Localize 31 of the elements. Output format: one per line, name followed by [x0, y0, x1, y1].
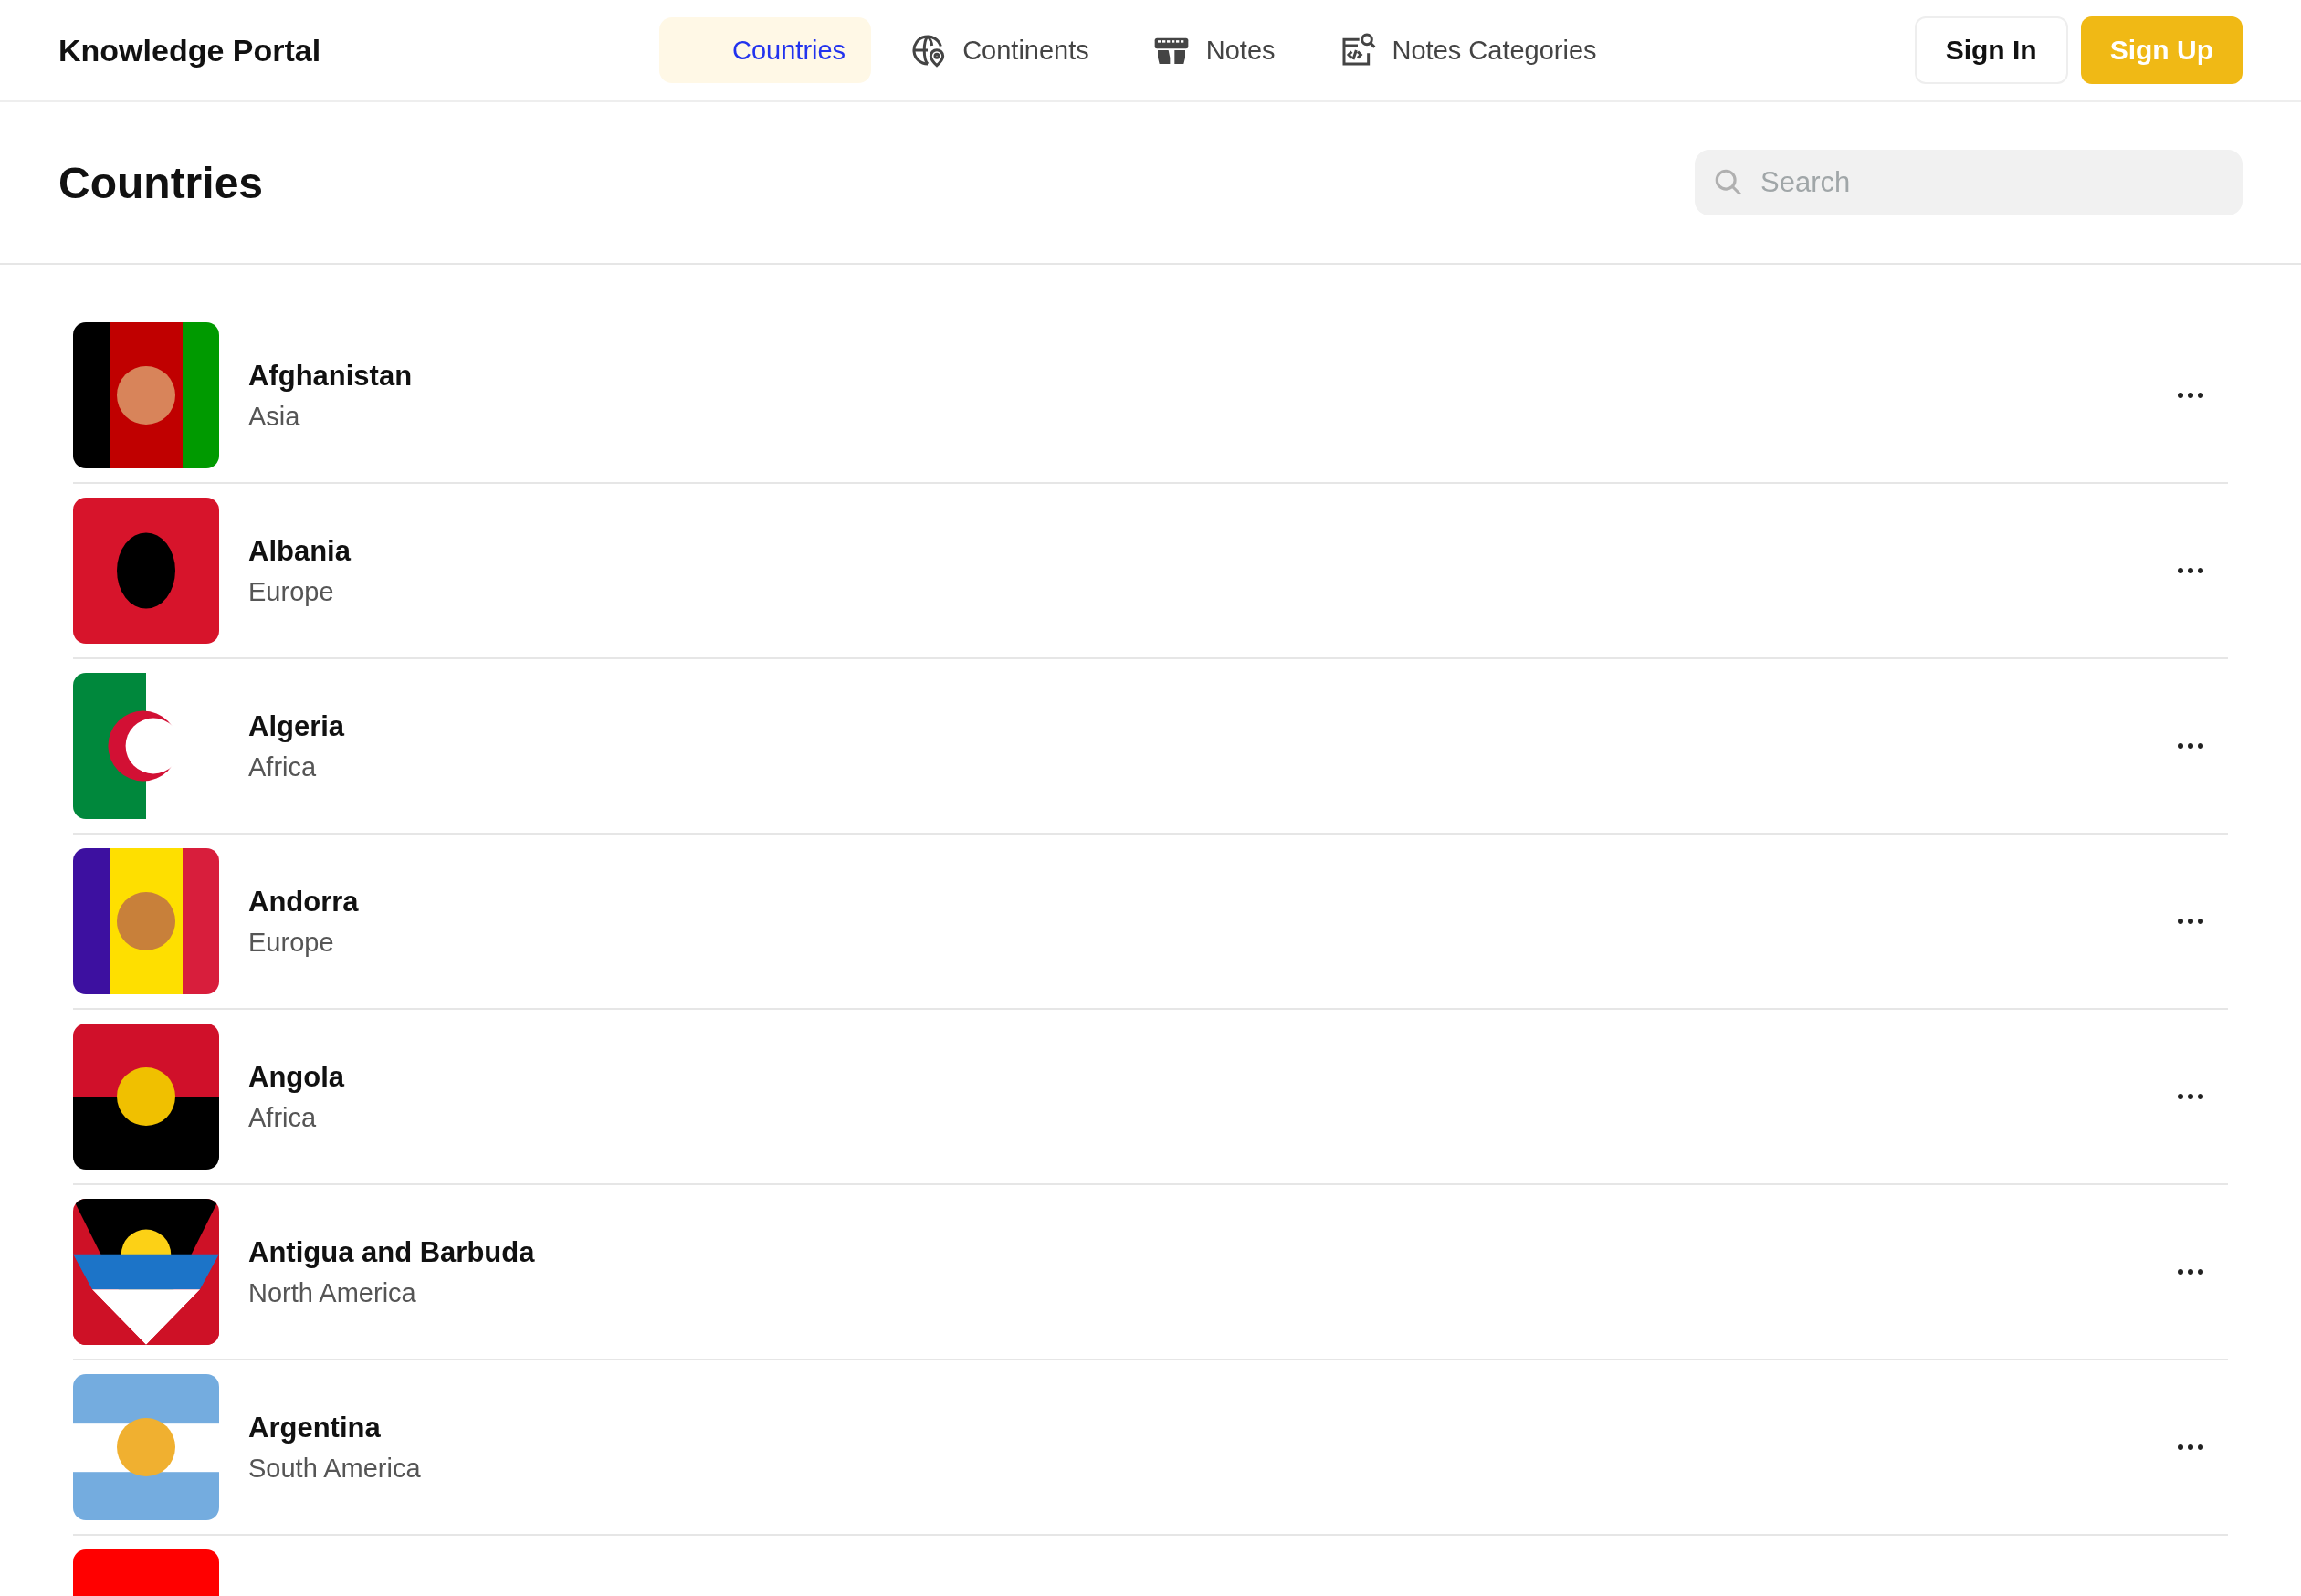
country-name: Andorra	[248, 885, 360, 919]
search-field[interactable]: Search	[1695, 150, 2243, 215]
more-options-icon[interactable]	[2177, 567, 2204, 574]
brand-title: Knowledge Portal	[58, 32, 322, 68]
more-options-icon[interactable]	[2177, 918, 2204, 925]
nav-tab[interactable]: Notes Categories	[1313, 17, 1623, 83]
country-name: Angola	[248, 1060, 346, 1094]
continent-label: North America	[248, 1277, 417, 1308]
search-icon	[1713, 167, 1744, 198]
country-name: Albania	[248, 534, 352, 568]
country-name: Afghanistan	[248, 359, 414, 393]
more-options-icon[interactable]	[2177, 1093, 2204, 1100]
more-options-icon[interactable]	[2177, 742, 2204, 750]
more-options-icon[interactable]	[2177, 392, 2204, 399]
continent-label: Europe	[248, 927, 335, 958]
sign-in-button[interactable]: Sign In	[1914, 16, 2068, 84]
country-name: Argentina	[248, 1411, 382, 1444]
continent-label: Africa	[248, 1102, 318, 1133]
more-options-icon[interactable]	[2177, 1444, 2204, 1451]
page-title: Countries	[58, 157, 263, 208]
continent-label: Africa	[248, 751, 318, 782]
continent-label: Europe	[248, 576, 335, 607]
more-options-icon[interactable]	[2177, 1268, 2204, 1276]
continent-label: South America	[248, 1453, 422, 1484]
nav-tab[interactable]: Notes	[1127, 17, 1301, 83]
globe-pin-icon	[909, 32, 947, 68]
country-name: Algeria	[248, 709, 346, 743]
nav-tab[interactable]: Countries	[659, 17, 872, 83]
nav-tab[interactable]: Continents	[884, 17, 1115, 83]
continent-label: Asia	[248, 401, 301, 432]
country-name: Antigua and Barbuda	[248, 1235, 536, 1269]
